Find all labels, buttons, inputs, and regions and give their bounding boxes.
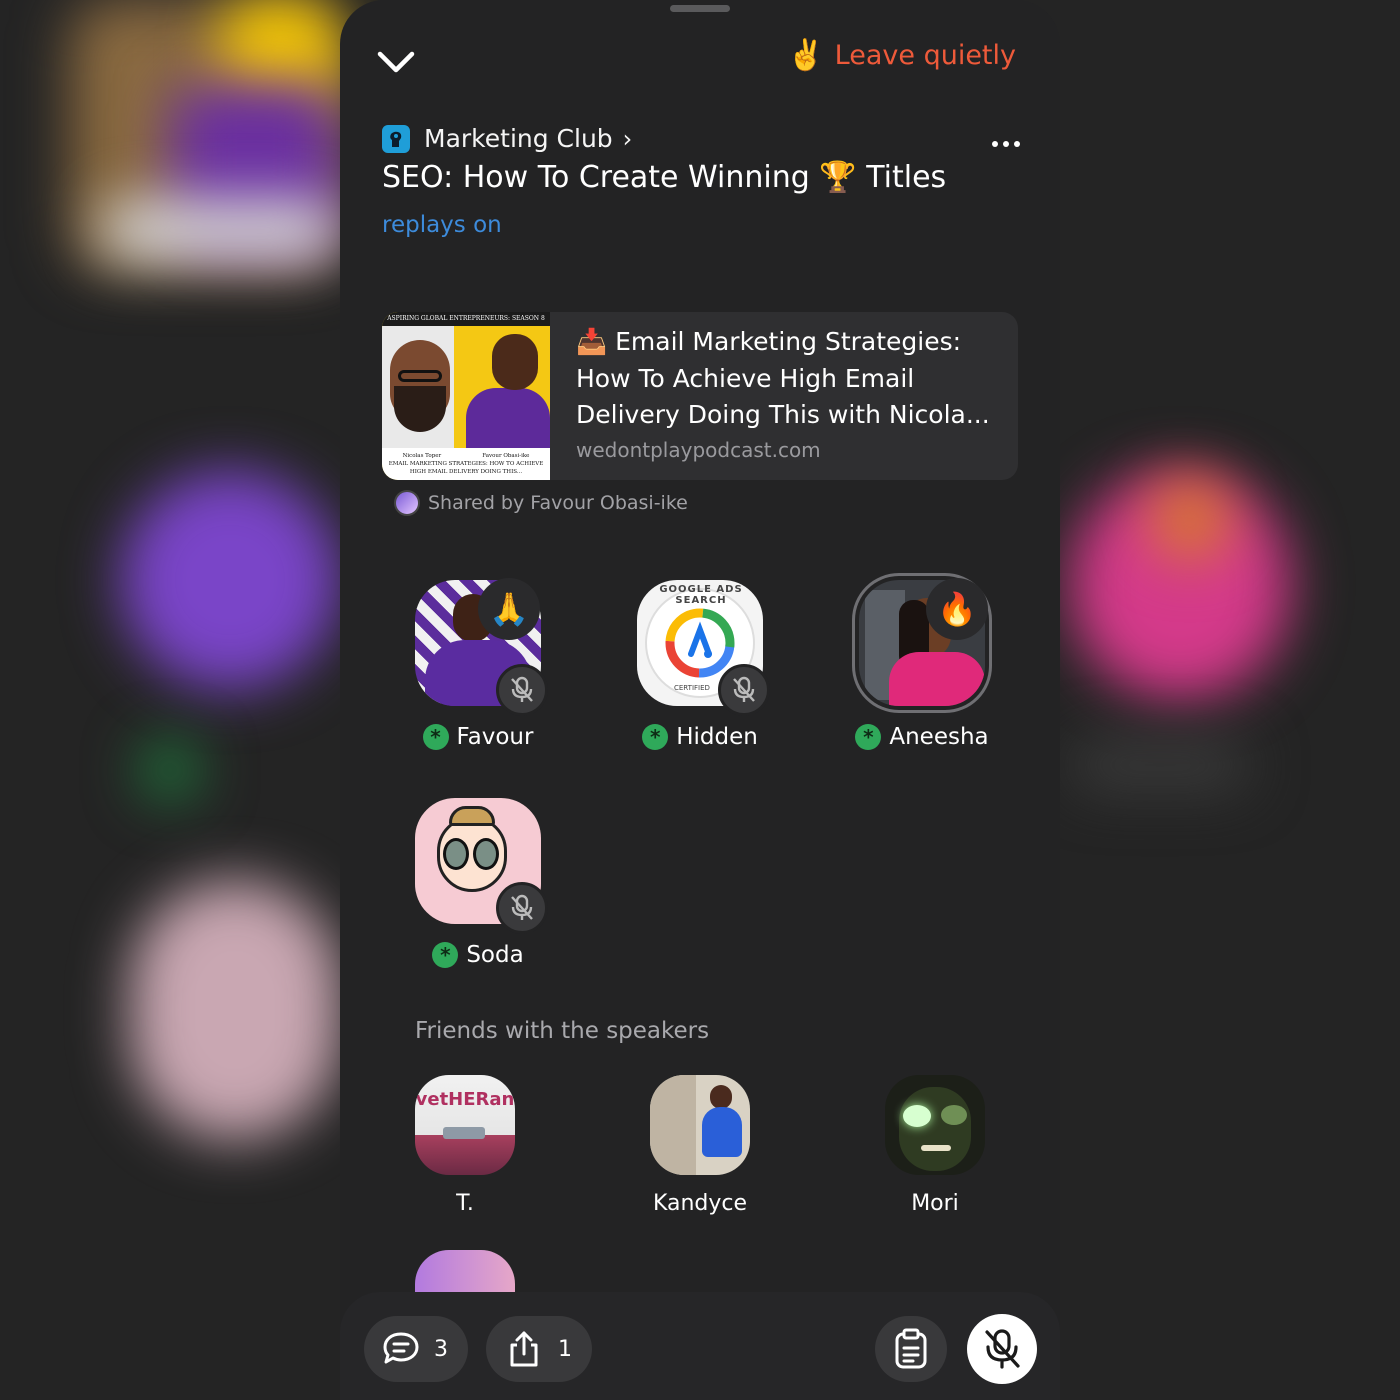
friend-mori[interactable]: Mori: [835, 1075, 1035, 1216]
avatar-eye: [941, 1105, 967, 1125]
speaker-name: Hidden: [676, 724, 758, 750]
avatar-shirt: [889, 652, 985, 706]
speaker-favour[interactable]: 🙏 * Favour: [378, 578, 578, 750]
avatar-cartoon-hat: [449, 806, 495, 826]
muted-mic-icon: [718, 664, 770, 716]
dot: [992, 141, 998, 147]
friend-name: Kandyce: [652, 1191, 748, 1216]
avatar: [885, 1075, 985, 1175]
speaker-name: Favour: [456, 724, 534, 750]
thumb-glasses: [398, 370, 442, 382]
share-count: 1: [558, 1336, 572, 1362]
share-button[interactable]: 1: [486, 1316, 592, 1382]
inbox-tray-icon: 📥: [576, 327, 608, 356]
thumb-caption: Nicolas Toper Favour Obasi-ike EMAIL MAR…: [382, 448, 550, 480]
friend-name: Mori: [911, 1191, 959, 1216]
club-member-icon: *: [855, 724, 882, 750]
thumb-caption-title: EMAIL MARKETING STRATEGIES: HOW TO ACHIE…: [388, 461, 544, 475]
link-domain: wedontplaypodcast.com: [576, 437, 821, 462]
clipboard-icon: [895, 1328, 927, 1369]
friend-name: T.: [456, 1191, 474, 1216]
muted-mic-icon: [985, 1329, 1020, 1369]
chat-count: 3: [434, 1336, 448, 1362]
muted-mic-icon: [496, 882, 548, 934]
link-title-text: Email Marketing Strategies: How To Achie…: [576, 327, 990, 429]
sharer-avatar: [394, 490, 420, 516]
club-member-icon: *: [422, 724, 449, 750]
bottom-bar: 3 1: [340, 1292, 1060, 1400]
shared-link-card[interactable]: ASPIRING GLOBAL ENTREPRENEURS: SEASON 8 …: [382, 312, 1018, 480]
room-panel: ✌️ Leave quietly Marketing Club › SEO: H…: [340, 0, 1060, 1400]
speaker-name-row: * Aneesha: [822, 724, 1022, 750]
thumb-face-right: [492, 334, 538, 390]
friend-kandyce[interactable]: Kandyce: [600, 1075, 800, 1216]
avatar-dress: [702, 1107, 742, 1157]
speaker-name: Aneesha: [889, 724, 989, 750]
link-thumbnail: ASPIRING GLOBAL ENTREPRENEURS: SEASON 8 …: [382, 312, 550, 480]
mic-toggle-button[interactable]: [967, 1314, 1037, 1384]
room-title: SEO: How To Create Winning 🏆 Titles: [382, 160, 947, 195]
speaker-name: Soda: [466, 942, 524, 968]
speaker-name-row: * Soda: [378, 942, 578, 968]
club-member-icon: *: [642, 724, 669, 750]
avatar-face: [899, 1087, 971, 1171]
leave-quietly-label: Leave quietly: [834, 40, 1016, 71]
club-icon: [382, 124, 410, 153]
speaker-name-row: * Hidden: [600, 724, 800, 750]
folded-hands-icon: 🙏: [489, 590, 529, 628]
avatar-wall: [650, 1075, 696, 1175]
reaction-badge: 🔥: [926, 578, 988, 640]
dot: [1014, 141, 1020, 147]
thumb-caption-right: Favour Obasi-ike: [482, 453, 530, 459]
leave-quietly-button[interactable]: ✌️ Leave quietly: [787, 38, 1016, 73]
link-title: 📥 Email Marketing Strategies: How To Ach…: [576, 324, 994, 434]
muted-mic-icon: [496, 664, 548, 716]
avatar: vetHERan: [415, 1075, 515, 1175]
speaker-name-row: * Favour: [378, 724, 578, 750]
thumb-caption-left: Nicolas Toper: [402, 453, 442, 459]
avatar-mouth: [921, 1145, 951, 1151]
club-link[interactable]: Marketing Club ›: [382, 124, 632, 153]
replays-status[interactable]: replays on: [382, 212, 502, 238]
speaker-aneesha[interactable]: 🔥 * Aneesha: [822, 578, 1022, 750]
club-member-icon: *: [432, 942, 459, 968]
speaker-hidden[interactable]: GOOGLE ADS SEARCH CERTIFIED * Hidden: [600, 580, 800, 750]
club-name: Marketing Club: [424, 124, 613, 153]
chat-button[interactable]: 3: [364, 1316, 468, 1382]
more-options-button[interactable]: [986, 126, 1026, 162]
fire-icon: 🔥: [937, 590, 977, 628]
avatar-ship: [443, 1127, 485, 1139]
shared-by-row[interactable]: Shared by Favour Obasi-ike: [394, 490, 688, 516]
speaker-soda[interactable]: * Soda: [378, 798, 578, 968]
collapse-button[interactable]: [370, 40, 422, 84]
drag-handle[interactable]: [670, 5, 730, 12]
chevron-right-icon: ›: [622, 124, 633, 153]
avatar: [650, 1075, 750, 1175]
dot: [1003, 141, 1009, 147]
chat-bubble-icon: [383, 1332, 419, 1364]
shared-by-text: Shared by Favour Obasi-ike: [428, 492, 688, 514]
avatar-face: [710, 1085, 732, 1109]
avatar-cartoon-eye: [443, 838, 469, 870]
chevron-down-icon: [377, 51, 415, 73]
reaction-badge: 🙏: [478, 578, 540, 640]
link-card-body: 📥 Email Marketing Strategies: How To Ach…: [550, 312, 1018, 480]
thumb-banner: ASPIRING GLOBAL ENTREPRENEURS: SEASON 8: [382, 312, 550, 326]
thumb-shirt-right: [466, 388, 550, 452]
avatar-glowing-eye: [903, 1105, 931, 1127]
avatar-cartoon-eye: [473, 838, 499, 870]
logo-subtext: CERTIFIED: [674, 684, 710, 692]
share-icon: [510, 1331, 538, 1367]
clipboard-button[interactable]: [875, 1316, 947, 1382]
friend-t[interactable]: vetHERan T.: [365, 1075, 565, 1216]
friends-section-label: Friends with the speakers: [415, 1018, 710, 1044]
logo-text: GOOGLE ADS SEARCH: [659, 584, 743, 606]
avatar-text: vetHERan: [415, 1089, 515, 1110]
victory-hand-icon: ✌️: [787, 38, 825, 73]
